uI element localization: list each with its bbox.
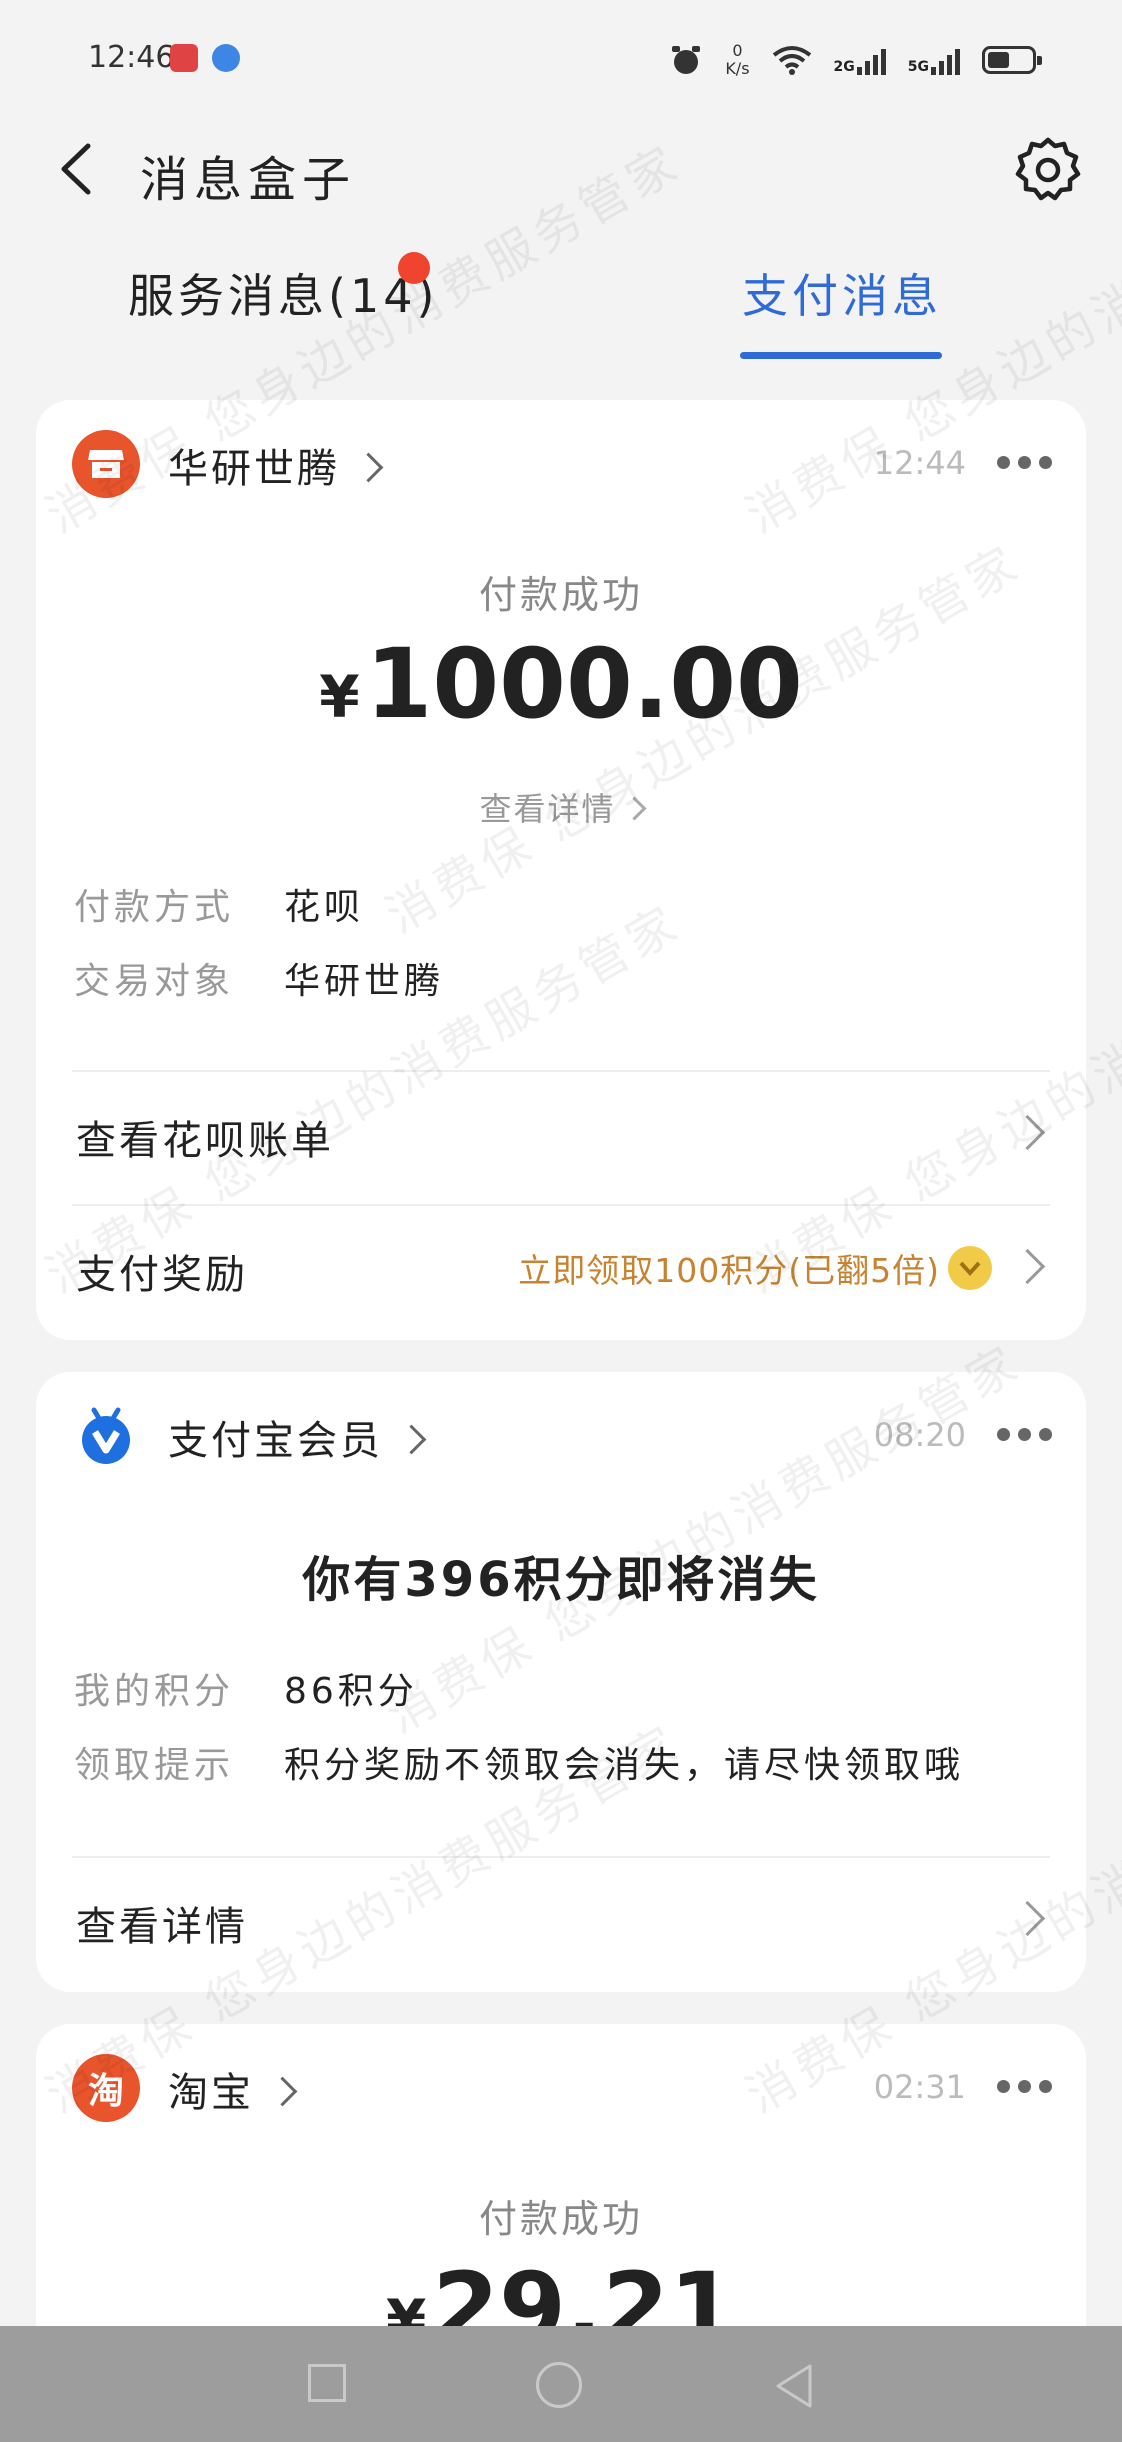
taobao-icon: 淘 (72, 2054, 140, 2122)
merchant-name-link[interactable]: 华研世腾 (168, 436, 384, 494)
alarm-icon (672, 46, 701, 74)
notification-app-icon (170, 44, 198, 72)
payment-message-card: 华研世腾 12:44 付款成功 ¥1000.00 查看详情 付款方式 花呗 交易对… (36, 400, 1086, 1340)
my-points-row: 我的积分 86积分 (74, 1662, 418, 1714)
signal-2g: 2G (834, 45, 886, 75)
signal-bars-icon (856, 45, 886, 75)
status-indicators: 0 K/s 2G 5G (669, 32, 1042, 88)
battery-icon (982, 46, 1042, 74)
view-details-link[interactable]: 查看详情 (36, 784, 1086, 830)
currency-symbol: ¥ (319, 663, 360, 731)
chevron-right-icon (1009, 1114, 1046, 1151)
counterparty-row: 交易对象 华研世腾 (74, 952, 444, 1004)
chevron-right-icon (1009, 1248, 1046, 1285)
reward-claim-link[interactable]: 立即领取100积分(已翻5倍) (518, 1244, 992, 1292)
row-label: 查看花呗账单 (76, 1118, 334, 1164)
merchant-name: 支付宝会员 (168, 1418, 383, 1464)
field-value: 华研世腾 (284, 961, 445, 1002)
gear-icon[interactable] (1010, 132, 1086, 208)
card-header: 支付宝会员 08:20 (36, 1372, 1086, 1502)
payment-reward-row[interactable]: 支付奖励 立即领取100积分(已翻5倍) (36, 1206, 1086, 1326)
field-value: 花呗 (284, 887, 365, 928)
row-label: 查看详情 (76, 1904, 248, 1950)
field-value: 积分奖励不领取会消失，请尽快领取哦 (284, 1745, 965, 1786)
chevron-right-icon (267, 2076, 298, 2107)
message-time: 02:31 (873, 2068, 966, 2106)
status-time: 12:46 (88, 40, 175, 75)
member-message-card: 支付宝会员 08:20 你有396积分即将消失 我的积分 86积分 领取提示 积分奖… (36, 1372, 1086, 1992)
active-tab-indicator (740, 352, 942, 359)
tab-service-messages[interactable]: 服务消息(14) (128, 260, 438, 326)
more-icon[interactable] (997, 2080, 1052, 2093)
signal-5g: 5G (908, 45, 960, 75)
payment-method-row: 付款方式 花呗 (74, 878, 364, 930)
message-time: 08:20 (873, 1416, 966, 1454)
header: 消息盒子 (0, 118, 1122, 228)
alipay-member-icon (72, 1402, 140, 1470)
claim-tip-row: 领取提示 积分奖励不领取会消失，请尽快领取哦 (74, 1736, 964, 1788)
payment-status: 付款成功 (478, 2197, 643, 2241)
field-key: 付款方式 (74, 887, 235, 928)
card-header: 淘 淘宝 02:31 (36, 2024, 1086, 2154)
view-details-row[interactable]: 查看详情 (36, 1858, 1086, 1978)
more-icon[interactable] (997, 1428, 1052, 1441)
chevron-right-icon (621, 796, 647, 821)
amount-value: 1000.00 (365, 628, 803, 740)
speed-unit: K/s (725, 59, 750, 78)
card-header: 华研世腾 12:44 (36, 400, 1086, 530)
system-nav-bar (0, 2326, 1122, 2442)
network-speed: 0 K/s (725, 42, 749, 78)
tab-payment-messages[interactable]: 支付消息 (742, 260, 942, 326)
status-bar: 12:46 0 K/s 2G 5G (0, 0, 1122, 118)
tab-bar: 服务消息(14) 支付消息 (0, 230, 1122, 360)
battery-fill (988, 52, 1009, 68)
field-key: 领取提示 (74, 1745, 235, 1786)
field-value: 86积分 (284, 1671, 418, 1712)
store-icon (72, 430, 140, 498)
field-key: 交易对象 (74, 961, 235, 1002)
page-title: 消息盒子 (140, 152, 357, 208)
field-key: 我的积分 (74, 1671, 235, 1712)
chevron-right-icon (396, 1424, 427, 1455)
back-triangle-icon[interactable] (772, 2362, 816, 2410)
chevron-right-icon (1009, 1900, 1046, 1937)
payment-amount: ¥1000.00 (36, 628, 1086, 740)
more-icon[interactable] (997, 456, 1052, 469)
message-time: 12:44 (873, 444, 966, 482)
payment-status: 付款成功 (478, 573, 643, 617)
back-arrow-icon[interactable] (44, 134, 114, 204)
view-huabei-bill-row[interactable]: 查看花呗账单 (36, 1072, 1086, 1192)
coin-icon (948, 1246, 992, 1290)
view-details-label: 查看详情 (479, 790, 616, 828)
points-expiry-headline: 你有396积分即将消失 (302, 1552, 820, 1608)
merchant-name-link[interactable]: 淘宝 (168, 2060, 298, 2118)
recent-apps-button[interactable] (308, 2364, 346, 2402)
unread-dot (398, 252, 430, 284)
merchant-name: 华研世腾 (168, 446, 340, 492)
reward-text: 立即领取100积分(已翻5倍) (518, 1251, 940, 1290)
wifi-icon (772, 46, 811, 75)
browser-app-icon (212, 44, 240, 72)
home-button[interactable] (536, 2362, 582, 2408)
network-1-label: 2G (833, 59, 855, 75)
merchant-name-link[interactable]: 支付宝会员 (168, 1408, 427, 1466)
row-label: 支付奖励 (76, 1252, 248, 1298)
merchant-name: 淘宝 (168, 2070, 254, 2116)
signal-bars-icon (931, 45, 960, 75)
network-2-label: 5G (907, 59, 929, 75)
chevron-right-icon (353, 452, 384, 483)
speed-value: 0 (732, 41, 743, 60)
